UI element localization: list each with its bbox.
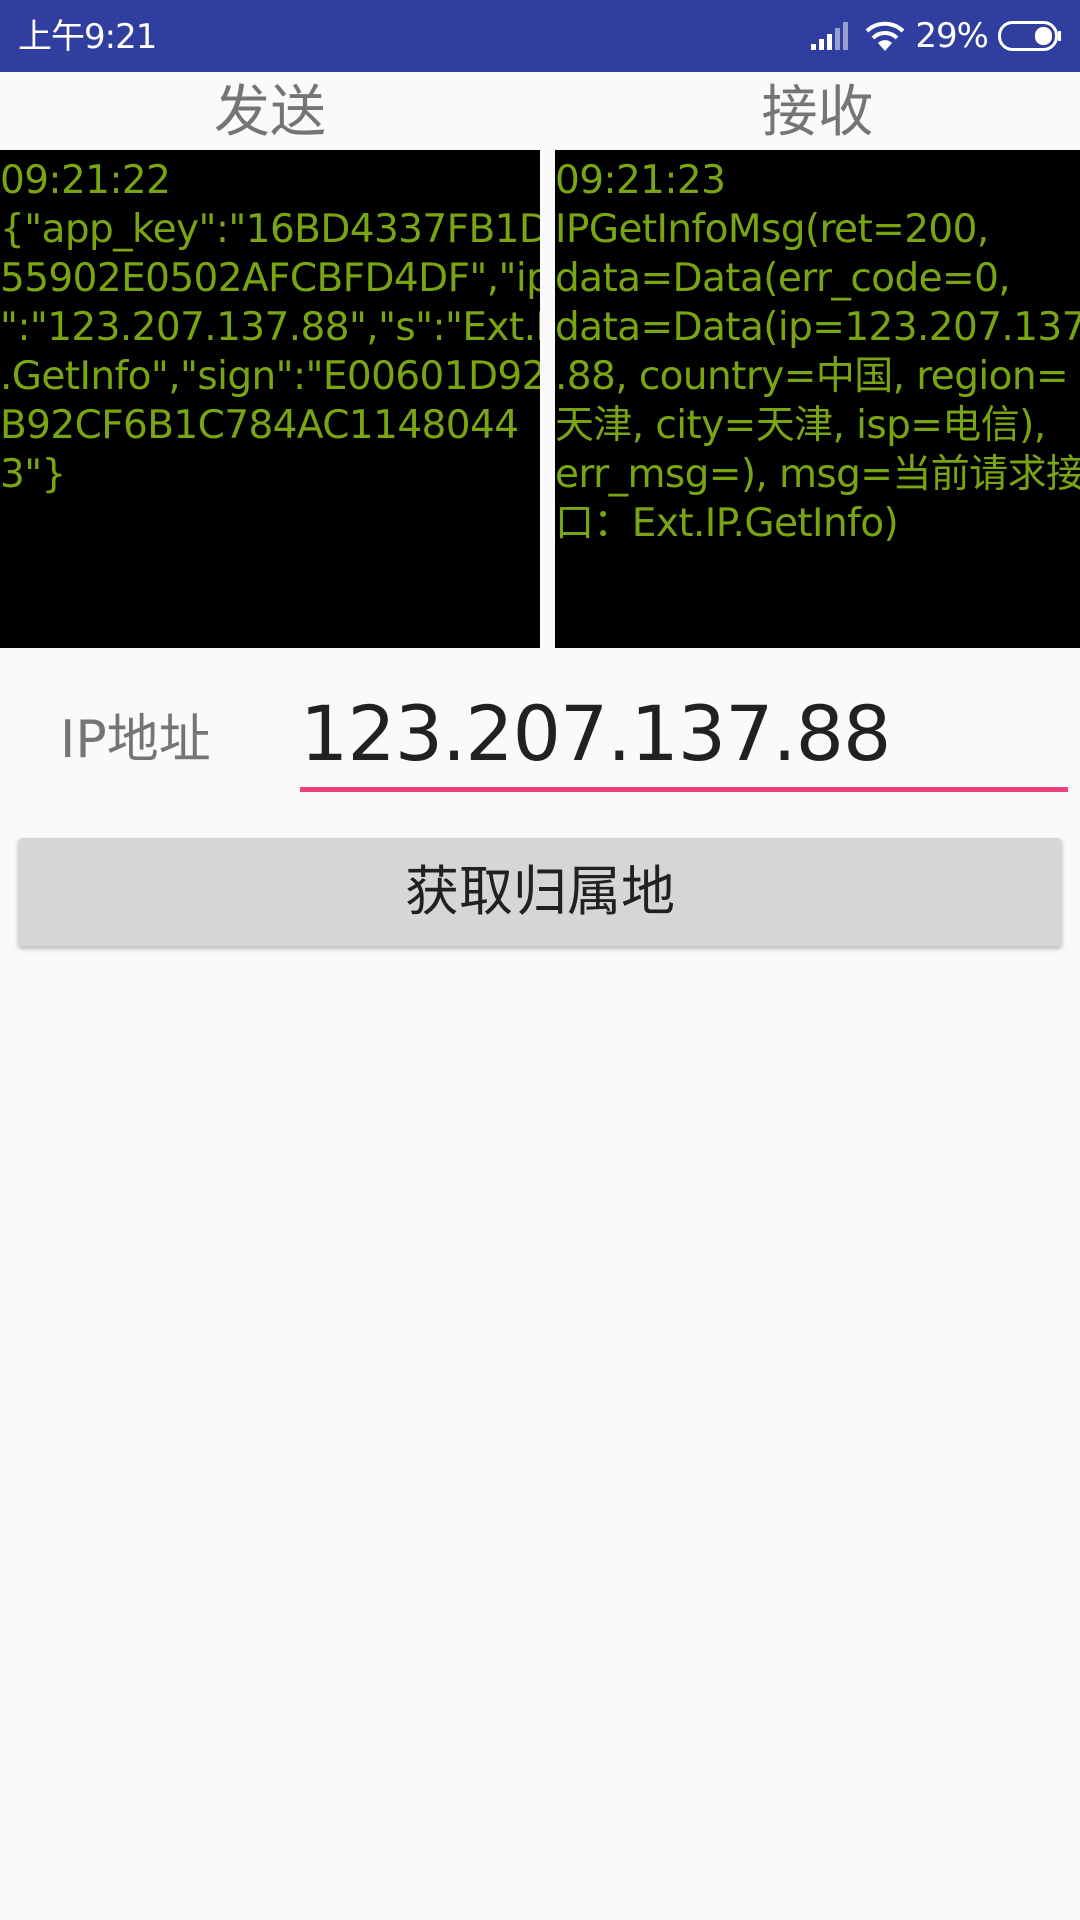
send-log-line: {"app_key":"16BD4337FB1D3	[0, 207, 540, 252]
receive-log-line: 天津, city=天津, isp=电信),	[555, 403, 1046, 448]
status-indicators: 29%	[811, 0, 1062, 72]
send-log-line: B92CF6B1C784AC1148044	[0, 403, 519, 448]
ip-address-input[interactable]	[300, 680, 1068, 792]
receive-log-line: .88, country=中国, region=	[555, 354, 1069, 399]
battery-icon	[998, 21, 1061, 51]
receive-log-line: err_msg=), msg=当前请求接	[555, 452, 1080, 497]
status-bar: 上午9:21 29%	[0, 0, 1080, 72]
send-log-line: 3"}	[0, 452, 66, 497]
send-log-line: .GetInfo","sign":"E00601D92D	[0, 354, 540, 399]
send-log-line: 09:21:22	[0, 158, 171, 203]
status-time: 上午9:21	[18, 17, 157, 57]
receive-log-line: IPGetInfoMsg(ret=200,	[555, 207, 989, 252]
receive-log-line: data=Data(ip=123.207.137	[555, 305, 1080, 350]
send-log-panel[interactable]: 09:21:22 {"app_key":"16BD4337FB1D3 55902…	[0, 150, 540, 648]
send-log-line: 55902E0502AFCBFD4DF","ip	[0, 256, 540, 301]
receive-log-line: 口：Ext.IP.GetInfo)	[555, 501, 899, 546]
receive-log-panel[interactable]: 09:21:23 IPGetInfoMsg(ret=200, data=Data…	[555, 150, 1080, 648]
receive-log-line: 09:21:23	[555, 158, 726, 203]
battery-percent: 29%	[915, 16, 989, 56]
signal-icon	[811, 22, 849, 50]
send-log-line: ":"123.207.137.88","s":"Ext.IP	[0, 305, 540, 350]
get-location-button[interactable]: 获取归属地	[18, 838, 1062, 946]
receive-column-title: 接收	[761, 80, 874, 145]
ip-address-label: IP地址	[60, 710, 211, 770]
receive-log-line: data=Data(err_code=0,	[555, 256, 1011, 301]
send-column-title: 发送	[214, 80, 326, 145]
wifi-icon	[866, 21, 905, 51]
